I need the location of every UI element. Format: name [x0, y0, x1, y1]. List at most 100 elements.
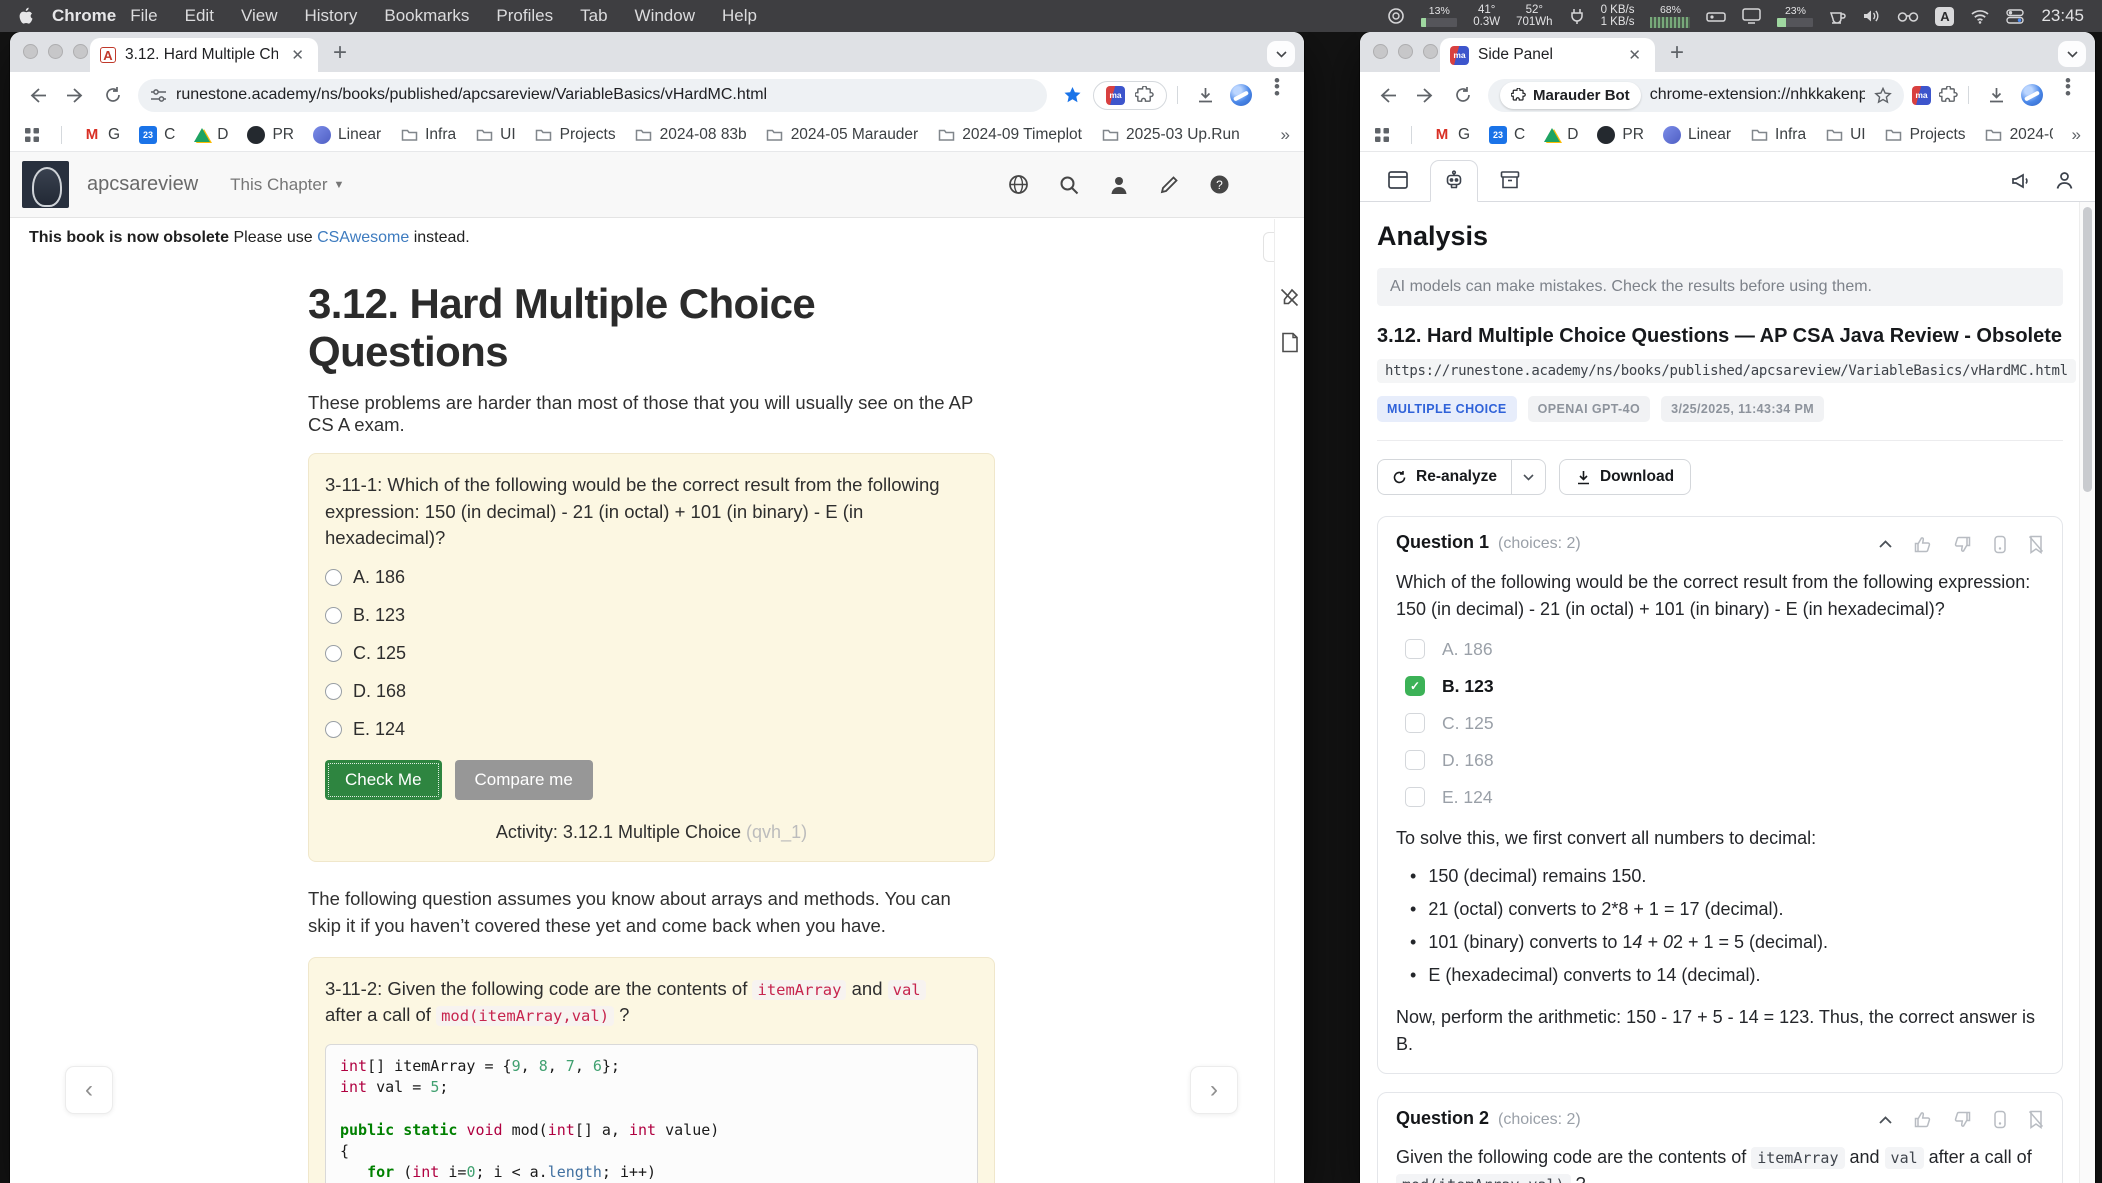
thumbs-up-icon[interactable]	[1913, 535, 1932, 554]
downloads-icon[interactable]	[1188, 78, 1222, 112]
choice-checkbox[interactable]: ✓	[1405, 676, 1425, 696]
profile-globe-icon[interactable]	[2021, 84, 2043, 106]
marauder-extension-icon[interactable]: ma	[1106, 86, 1125, 105]
reload-button[interactable]	[96, 78, 130, 112]
bookmarks-overflow-icon[interactable]: »	[1281, 125, 1290, 145]
bookmark-item[interactable]: 2024-05 Marauder	[766, 126, 919, 144]
answer-option[interactable]: A. 186	[325, 567, 978, 588]
menubar-item[interactable]: Edit	[185, 6, 214, 26]
site-brand[interactable]: apcsareview	[87, 173, 198, 196]
address-bar[interactable]: runestone.academy/ns/books/published/apc…	[138, 79, 1047, 112]
bookmark-item[interactable]: 23 C	[1489, 126, 1525, 144]
new-tab-button[interactable]: +	[324, 37, 356, 69]
caffeine-icon[interactable]	[1829, 8, 1846, 25]
previous-page-button[interactable]: ‹	[65, 1066, 113, 1114]
browser-tab[interactable]: ma Side Panel ✕	[1440, 38, 1655, 72]
wifi-icon[interactable]	[1970, 9, 1990, 24]
bookmark-item[interactable]: 2024-08 83b	[1985, 126, 2053, 144]
radio-button[interactable]	[325, 645, 342, 662]
profile-globe-icon[interactable]	[1230, 84, 1252, 106]
bookmark-item[interactable]: Projects	[535, 126, 616, 144]
bookmarks-overflow-icon[interactable]: »	[2072, 125, 2081, 145]
tab-close-icon[interactable]: ✕	[287, 44, 308, 66]
choice-checkbox[interactable]: ✓	[1405, 713, 1425, 733]
bookmark-item[interactable]: M G	[1433, 126, 1470, 144]
bookmark-item[interactable]: 23 C	[139, 126, 175, 144]
scrollbar-track[interactable]	[2079, 202, 2095, 1183]
answer-option[interactable]: D. 168	[325, 681, 978, 702]
flag-icon[interactable]	[1993, 1110, 2007, 1129]
forward-button[interactable]	[1408, 78, 1442, 112]
menubar-item[interactable]: Window	[635, 6, 695, 26]
bookmark-item[interactable]: 2024-09 Timeplot	[937, 126, 1082, 144]
new-tab-button[interactable]: +	[1661, 37, 1693, 69]
apps-grid-icon[interactable]	[1374, 127, 1390, 143]
site-settings-icon[interactable]	[150, 88, 167, 103]
network-stat[interactable]: 0 KB/s 1 KB/s	[1601, 4, 1635, 28]
ram-stat[interactable]: 68%	[1650, 4, 1690, 28]
bookmark-item[interactable]: Infra	[400, 126, 456, 144]
marauder-extension-icon[interactable]: ma	[1912, 86, 1931, 105]
user-icon[interactable]	[1109, 175, 1129, 195]
bookmark-item[interactable]: UI	[1825, 126, 1866, 144]
menubar-item[interactable]: Bookmarks	[384, 6, 469, 26]
menubar-app-name[interactable]: Chrome	[52, 6, 116, 26]
menubar-clock[interactable]: 23:45	[2041, 6, 2084, 26]
bookmark-item[interactable]: UI	[475, 126, 516, 144]
answer-option[interactable]: B. 123	[325, 605, 978, 626]
back-button[interactable]	[1370, 78, 1404, 112]
radio-button[interactable]	[325, 721, 342, 738]
extension-name-chip[interactable]: Marauder Bot	[1500, 82, 1641, 109]
scrollbar-thumb[interactable]	[2083, 207, 2092, 492]
menubar-item[interactable]: Tab	[580, 6, 607, 26]
choice-checkbox[interactable]: ✓	[1405, 750, 1425, 770]
bookmark-item[interactable]: D	[194, 126, 228, 144]
tab-search-button[interactable]	[2058, 41, 2086, 67]
browser-tab[interactable]: A 3.12. Hard Multiple Choice Qu ✕	[90, 38, 318, 72]
bookmark-slash-icon[interactable]	[2028, 1110, 2044, 1129]
reanalyze-button[interactable]: Re-analyze	[1378, 460, 1511, 494]
extensions-puzzle-icon[interactable]	[1135, 86, 1154, 105]
choice-checkbox[interactable]: ✓	[1405, 639, 1425, 659]
answer-option[interactable]: C. 125	[325, 643, 978, 664]
chrome-menu-icon[interactable]: •••	[2051, 78, 2085, 112]
url-text[interactable]: chrome-extension://nhkkakenpd...	[1650, 86, 1865, 104]
highlight-off-icon[interactable]	[1279, 287, 1300, 308]
back-button[interactable]	[20, 78, 54, 112]
pencil-icon[interactable]	[1159, 175, 1179, 195]
analyzed-page-url[interactable]: https://runestone.academy/ns/books/publi…	[1377, 359, 2076, 383]
chrome-menu-icon[interactable]: •••	[1260, 78, 1294, 112]
scratchpad-icon[interactable]	[1281, 332, 1299, 353]
apple-logo-icon[interactable]	[18, 7, 34, 25]
answer-option[interactable]: E. 124	[325, 719, 978, 740]
bookmark-item[interactable]: 2024-08 83b	[635, 126, 747, 144]
flag-icon[interactable]	[1993, 535, 2007, 554]
radio-button[interactable]	[325, 607, 342, 624]
display-icon[interactable]	[1742, 8, 1761, 24]
gpu-stat[interactable]: 13%	[1421, 5, 1457, 27]
power-plug-icon[interactable]	[1569, 7, 1585, 25]
tab-search-button[interactable]	[1267, 41, 1295, 67]
cpu-stat[interactable]: 23%	[1777, 5, 1813, 27]
extensions-puzzle-icon[interactable]	[1939, 86, 1958, 105]
close-traffic-light[interactable]	[1373, 44, 1388, 59]
next-page-button[interactable]: ›	[1190, 1066, 1238, 1114]
account-icon[interactable]	[2054, 170, 2075, 191]
bookmark-item[interactable]: Infra	[1750, 126, 1806, 144]
collapse-icon[interactable]	[1879, 1116, 1892, 1124]
minimize-traffic-light[interactable]	[48, 44, 63, 59]
url-text[interactable]: runestone.academy/ns/books/published/apc…	[176, 86, 1035, 104]
control-center-icon[interactable]	[2006, 9, 2025, 24]
chapter-dropdown[interactable]: This Chapter ▼	[230, 175, 344, 195]
glasses-icon[interactable]	[1897, 9, 1919, 23]
input-source-icon[interactable]: A	[1935, 7, 1954, 26]
globe-icon[interactable]	[1008, 174, 1029, 195]
menubar-item[interactable]: Profiles	[496, 6, 553, 26]
forward-button[interactable]	[58, 78, 92, 112]
megaphone-icon[interactable]	[2010, 171, 2032, 191]
thumbs-up-icon[interactable]	[1913, 1110, 1932, 1129]
help-icon[interactable]: ?	[1209, 174, 1230, 195]
power-stat-2[interactable]: 52° 701Wh	[1516, 4, 1552, 28]
menubar-item[interactable]: History	[304, 6, 357, 26]
reanalyze-dropdown-arrow[interactable]	[1511, 460, 1545, 494]
